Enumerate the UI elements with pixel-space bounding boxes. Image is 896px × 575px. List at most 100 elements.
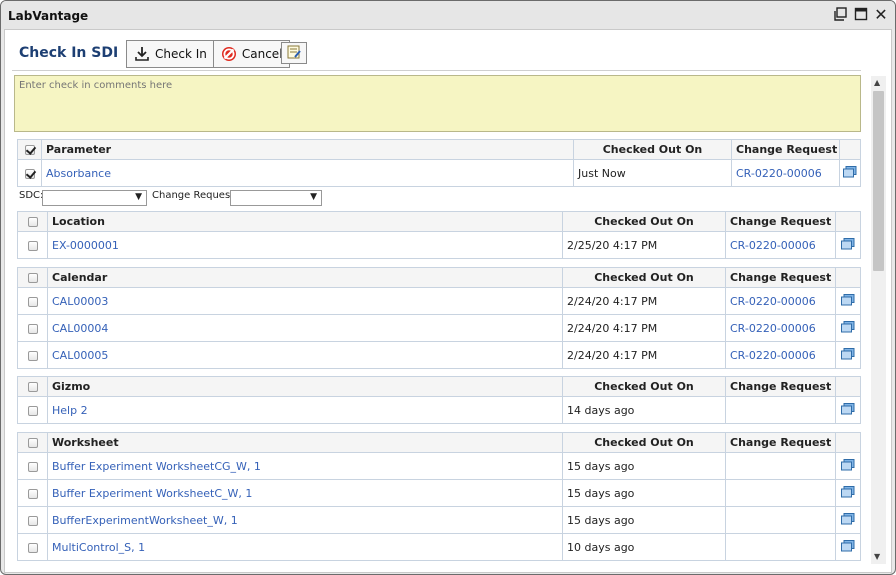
select-all-checkbox[interactable]: [17, 376, 48, 397]
chevron-down-icon: ▼: [135, 192, 142, 202]
scroll-thumb[interactable]: [873, 91, 884, 271]
change-request-link[interactable]: CR-0220-00006: [736, 167, 822, 180]
table-row: Help 2 14 days ago: [17, 396, 861, 424]
row-checkbox[interactable]: [17, 287, 48, 315]
change-request-link[interactable]: CR-0220-00006: [730, 322, 816, 335]
page-title: Check In SDI: [19, 45, 119, 61]
cancel-label: Cancel: [241, 47, 283, 61]
column-header: Checked Out On: [562, 376, 726, 397]
history-icon[interactable]: [840, 458, 856, 472]
row-checkbox[interactable]: [17, 396, 48, 424]
divider: [12, 70, 861, 71]
column-header: Worksheet: [47, 432, 563, 453]
history-icon[interactable]: [840, 320, 856, 334]
change-request-label: Change Request:: [152, 190, 238, 201]
sdc-label: SDC:: [19, 190, 44, 201]
row-checkbox[interactable]: [17, 341, 48, 369]
select-all-checkbox[interactable]: [17, 211, 48, 232]
history-icon[interactable]: [842, 165, 858, 179]
row-checkbox[interactable]: [17, 452, 48, 480]
column-header: Checked Out On: [562, 211, 726, 232]
history-icon[interactable]: [840, 485, 856, 499]
sdi-link[interactable]: Buffer Experiment WorksheetCG_W, 1: [52, 460, 261, 473]
sdi-link[interactable]: CAL00004: [52, 322, 108, 335]
row-checkbox[interactable]: [17, 159, 42, 187]
scroll-up-icon[interactable]: ▲: [874, 78, 880, 87]
change-request-link[interactable]: CR-0220-00006: [730, 295, 816, 308]
history-icon[interactable]: [840, 293, 856, 307]
restore-icon[interactable]: [833, 6, 849, 22]
checked-out-on: 2/24/20 4:17 PM: [562, 287, 726, 315]
table-row: MultiControl_S, 1 10 days ago: [17, 533, 861, 561]
sdi-link[interactable]: CAL00005: [52, 349, 108, 362]
table-header: Worksheet Checked Out On Change Request: [17, 432, 861, 453]
change-request-select[interactable]: ▼: [230, 190, 322, 206]
change-request-cell: [725, 506, 836, 534]
column-header: Checked Out On: [562, 267, 726, 288]
select-all-checkbox[interactable]: [17, 432, 48, 453]
history-icon[interactable]: [840, 347, 856, 361]
gizmo-table: Gizmo Checked Out On Change Request Help…: [17, 376, 861, 424]
sdi-link[interactable]: Help 2: [52, 404, 88, 417]
table-header: Calendar Checked Out On Change Request: [17, 267, 861, 288]
column-header: Gizmo: [47, 376, 563, 397]
sdi-link[interactable]: Absorbance: [46, 167, 111, 180]
column-header: Change Request: [731, 139, 840, 160]
select-all-checkbox[interactable]: [17, 267, 48, 288]
column-header: Change Request: [725, 211, 836, 232]
checked-out-on: 15 days ago: [562, 506, 726, 534]
table-row: EX-0000001 2/25/20 4:17 PM CR-0220-00006: [17, 231, 861, 259]
sdi-link[interactable]: MultiControl_S, 1: [52, 541, 145, 554]
row-checkbox[interactable]: [17, 479, 48, 507]
column-header: Parameter: [41, 139, 574, 160]
check-in-button[interactable]: Check In: [127, 41, 213, 67]
history-icon[interactable]: [840, 539, 856, 553]
checked-out-on: Just Now: [573, 159, 732, 187]
sdc-select[interactable]: ▼: [42, 190, 147, 206]
close-icon[interactable]: ✕: [873, 5, 889, 24]
change-request-cell: [725, 396, 836, 424]
check-in-label: Check In: [155, 47, 207, 61]
cancel-icon: [220, 45, 238, 63]
checkin-icon: [133, 45, 151, 63]
column-header: Change Request: [725, 267, 836, 288]
title-bar: LabVantage ✕: [1, 1, 895, 29]
table-row: CAL00003 2/24/20 4:17 PM CR-0220-00006: [17, 287, 861, 315]
column-header: Location: [47, 211, 563, 232]
row-checkbox[interactable]: [17, 506, 48, 534]
column-header: Change Request: [725, 376, 836, 397]
history-icon[interactable]: [840, 512, 856, 526]
scrollbar[interactable]: ▲ ▼: [871, 76, 886, 564]
location-table: Location Checked Out On Change Request E…: [17, 211, 861, 259]
change-request-link[interactable]: CR-0220-00006: [730, 239, 816, 252]
chevron-down-icon: ▼: [310, 192, 317, 202]
table-row: CAL00004 2/24/20 4:17 PM CR-0220-00006: [17, 314, 861, 342]
table-row: Absorbance Just Now CR-0220-00006: [17, 159, 861, 187]
select-all-checkbox[interactable]: [17, 139, 42, 160]
row-checkbox[interactable]: [17, 533, 48, 561]
history-icon[interactable]: [840, 237, 856, 251]
dialog-window: LabVantage ✕ Check In SDI Check In Cance…: [0, 0, 896, 575]
row-checkbox[interactable]: [17, 314, 48, 342]
column-header: Checked Out On: [562, 432, 726, 453]
column-header: Calendar: [47, 267, 563, 288]
table-header: Gizmo Checked Out On Change Request: [17, 376, 861, 397]
worksheet-table: Worksheet Checked Out On Change Request …: [17, 432, 861, 561]
window-title: LabVantage: [8, 9, 89, 23]
note-button[interactable]: [281, 42, 307, 64]
row-checkbox[interactable]: [17, 231, 48, 259]
comments-input[interactable]: [14, 75, 861, 132]
table-row: Buffer Experiment WorksheetCG_W, 1 15 da…: [17, 452, 861, 480]
checked-out-on: 2/24/20 4:17 PM: [562, 341, 726, 369]
sdi-link[interactable]: Buffer Experiment WorksheetC_W, 1: [52, 487, 252, 500]
change-request-link[interactable]: CR-0220-00006: [730, 349, 816, 362]
sdi-link[interactable]: BufferExperimentWorksheet_W, 1: [52, 514, 238, 527]
scroll-down-icon[interactable]: ▼: [874, 552, 880, 561]
sdi-link[interactable]: EX-0000001: [52, 239, 119, 252]
cancel-button[interactable]: Cancel: [212, 41, 289, 67]
history-icon[interactable]: [840, 402, 856, 416]
change-request-cell: [725, 479, 836, 507]
sdi-link[interactable]: CAL00003: [52, 295, 108, 308]
maximize-icon[interactable]: [853, 6, 869, 22]
checked-out-on: 15 days ago: [562, 452, 726, 480]
